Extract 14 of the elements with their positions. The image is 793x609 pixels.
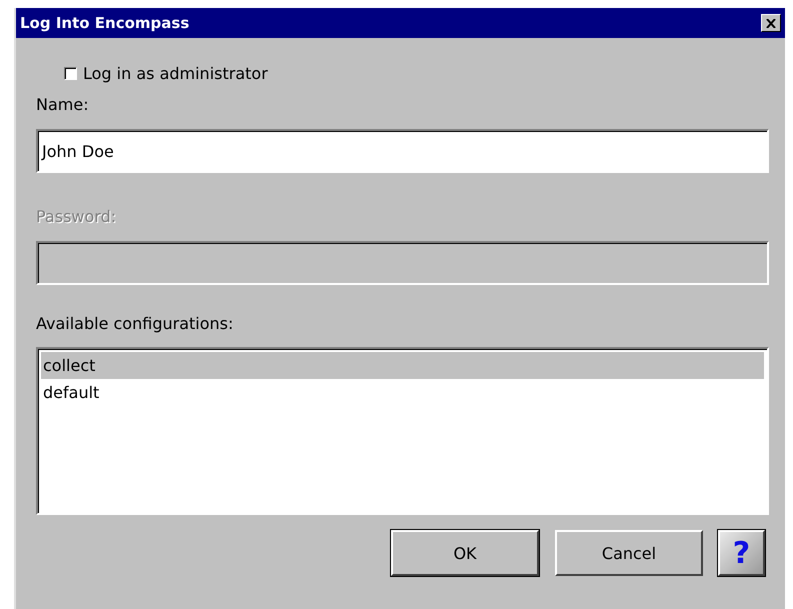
dialog-button[interactable]: OK [391, 530, 539, 576]
field-label: Name: [36, 95, 89, 114]
close-button[interactable] [761, 14, 781, 32]
close-icon [766, 18, 776, 28]
dialog-button[interactable]: Cancel [555, 530, 703, 576]
help-button[interactable]: ? [718, 530, 765, 576]
checkbox-label: Log in as administrator [83, 64, 268, 82]
checkbox[interactable] [64, 66, 77, 80]
name-field[interactable]: John Doe [36, 129, 769, 173]
field-label: Password: [36, 207, 116, 226]
list-item[interactable]: default [41, 379, 764, 406]
field-label: Available configurations: [36, 314, 234, 333]
list-item[interactable]: collect [41, 352, 764, 379]
window-title: Log Into Encompass [20, 14, 190, 32]
